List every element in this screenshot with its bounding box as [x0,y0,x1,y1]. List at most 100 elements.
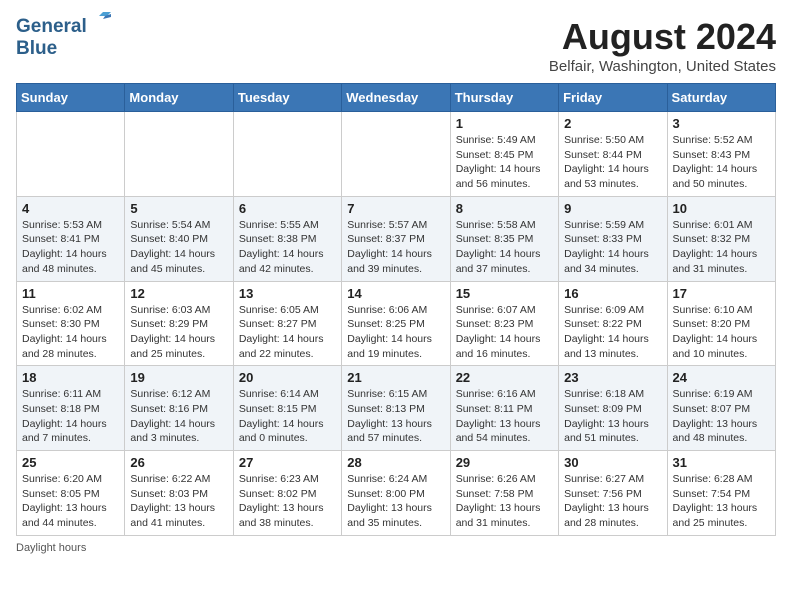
day-header-monday: Monday [125,84,233,112]
calendar-cell: 22 Sunrise: 6:16 AM Sunset: 8:11 PM Dayli… [450,366,558,451]
calendar-cell: 4 Sunrise: 5:53 AM Sunset: 8:41 PM Daylig… [17,196,125,281]
day-number: 13 [239,286,336,301]
day-number: 17 [673,286,770,301]
day-number: 14 [347,286,444,301]
day-info: Sunrise: 5:57 AM Sunset: 8:37 PM Dayligh… [347,218,444,277]
day-info: Sunrise: 6:15 AM Sunset: 8:13 PM Dayligh… [347,387,444,446]
day-number: 25 [22,455,119,470]
day-info: Sunrise: 5:55 AM Sunset: 8:38 PM Dayligh… [239,218,336,277]
calendar-cell: 10Sunrise: 6:01 AM Sunset: 8:32 PM Dayli… [667,196,775,281]
day-header-wednesday: Wednesday [342,84,450,112]
day-info: Sunrise: 6:26 AM Sunset: 7:58 PM Dayligh… [456,472,553,531]
day-info: Sunrise: 6:06 AM Sunset: 8:25 PM Dayligh… [347,303,444,362]
page-header: General Blue August 2024 Belfair, Washin… [16,16,776,75]
day-number: 9 [564,201,661,216]
month-title: August 2024 [549,16,776,58]
calendar-cell: 18Sunrise: 6:11 AM Sunset: 8:18 PM Dayli… [17,366,125,451]
day-info: Sunrise: 5:54 AM Sunset: 8:40 PM Dayligh… [130,218,227,277]
day-info: Sunrise: 6:27 AM Sunset: 7:56 PM Dayligh… [564,472,661,531]
day-info: Sunrise: 5:52 AM Sunset: 8:43 PM Dayligh… [673,133,770,192]
day-info: Sunrise: 6:09 AM Sunset: 8:22 PM Dayligh… [564,303,661,362]
calendar-cell: 19Sunrise: 6:12 AM Sunset: 8:16 PM Dayli… [125,366,233,451]
calendar-cell: 7 Sunrise: 5:57 AM Sunset: 8:37 PM Daylig… [342,196,450,281]
calendar-cell: 17Sunrise: 6:10 AM Sunset: 8:20 PM Dayli… [667,281,775,366]
day-header-saturday: Saturday [667,84,775,112]
day-info: Sunrise: 6:01 AM Sunset: 8:32 PM Dayligh… [673,218,770,277]
calendar-week-row: 4 Sunrise: 5:53 AM Sunset: 8:41 PM Daylig… [17,196,776,281]
day-number: 3 [673,116,770,131]
day-number: 20 [239,370,336,385]
day-info: Sunrise: 6:28 AM Sunset: 7:54 PM Dayligh… [673,472,770,531]
calendar-cell: 21 Sunrise: 6:15 AM Sunset: 8:13 PM Dayli… [342,366,450,451]
calendar-cell: 16 Sunrise: 6:09 AM Sunset: 8:22 PM Dayli… [559,281,667,366]
day-number: 2 [564,116,661,131]
calendar-cell: 28Sunrise: 6:24 AM Sunset: 8:00 PM Dayli… [342,451,450,536]
day-number: 31 [673,455,770,470]
day-info: Sunrise: 5:50 AM Sunset: 8:44 PM Dayligh… [564,133,661,192]
calendar-cell: 6 Sunrise: 5:55 AM Sunset: 8:38 PM Daylig… [233,196,341,281]
footer-note: Daylight hours [16,542,776,554]
day-header-sunday: Sunday [17,84,125,112]
day-info: Sunrise: 5:59 AM Sunset: 8:33 PM Dayligh… [564,218,661,277]
calendar-cell: 26 Sunrise: 6:22 AM Sunset: 8:03 PM Dayli… [125,451,233,536]
day-info: Sunrise: 6:14 AM Sunset: 8:15 PM Dayligh… [239,387,336,446]
calendar-cell: 27Sunrise: 6:23 AM Sunset: 8:02 PM Dayli… [233,451,341,536]
calendar-cell: 23 Sunrise: 6:18 AM Sunset: 8:09 PM Dayli… [559,366,667,451]
day-info: Sunrise: 6:19 AM Sunset: 8:07 PM Dayligh… [673,387,770,446]
day-info: Sunrise: 5:53 AM Sunset: 8:41 PM Dayligh… [22,218,119,277]
logo-blue: Blue [16,38,57,60]
day-number: 28 [347,455,444,470]
calendar-cell: 14 Sunrise: 6:06 AM Sunset: 8:25 PM Dayli… [342,281,450,366]
day-number: 7 [347,201,444,216]
calendar-cell: 8 Sunrise: 5:58 AM Sunset: 8:35 PM Daylig… [450,196,558,281]
calendar-cell: 5Sunrise: 5:54 AM Sunset: 8:40 PM Daylig… [125,196,233,281]
day-info: Sunrise: 6:18 AM Sunset: 8:09 PM Dayligh… [564,387,661,446]
day-info: Sunrise: 5:49 AM Sunset: 8:45 PM Dayligh… [456,133,553,192]
day-number: 21 [347,370,444,385]
calendar-cell: 13Sunrise: 6:05 AM Sunset: 8:27 PM Dayli… [233,281,341,366]
day-info: Sunrise: 5:58 AM Sunset: 8:35 PM Dayligh… [456,218,553,277]
calendar-cell: 30Sunrise: 6:27 AM Sunset: 7:56 PM Dayli… [559,451,667,536]
calendar-cell: 11 Sunrise: 6:02 AM Sunset: 8:30 PM Dayli… [17,281,125,366]
day-number: 12 [130,286,227,301]
day-number: 26 [130,455,227,470]
day-info: Sunrise: 6:02 AM Sunset: 8:30 PM Dayligh… [22,303,119,362]
day-info: Sunrise: 6:12 AM Sunset: 8:16 PM Dayligh… [130,387,227,446]
calendar-cell: 31 Sunrise: 6:28 AM Sunset: 7:54 PM Dayli… [667,451,775,536]
calendar-cell: 20 Sunrise: 6:14 AM Sunset: 8:15 PM Dayli… [233,366,341,451]
day-number: 18 [22,370,119,385]
day-number: 1 [456,116,553,131]
day-number: 4 [22,201,119,216]
day-number: 24 [673,370,770,385]
day-number: 16 [564,286,661,301]
calendar-week-row: 25 Sunrise: 6:20 AM Sunset: 8:05 PM Dayli… [17,451,776,536]
calendar-week-row: 1 Sunrise: 5:49 AM Sunset: 8:45 PM Daylig… [17,112,776,197]
calendar-cell: 24 Sunrise: 6:19 AM Sunset: 8:07 PM Dayli… [667,366,775,451]
day-info: Sunrise: 6:07 AM Sunset: 8:23 PM Dayligh… [456,303,553,362]
calendar-week-row: 11 Sunrise: 6:02 AM Sunset: 8:30 PM Dayli… [17,281,776,366]
logo-general: General [16,16,87,38]
day-info: Sunrise: 6:20 AM Sunset: 8:05 PM Dayligh… [22,472,119,531]
title-block: August 2024 Belfair, Washington, United … [549,16,776,75]
day-info: Sunrise: 6:22 AM Sunset: 8:03 PM Dayligh… [130,472,227,531]
day-info: Sunrise: 6:23 AM Sunset: 8:02 PM Dayligh… [239,472,336,531]
calendar-week-row: 18Sunrise: 6:11 AM Sunset: 8:18 PM Dayli… [17,366,776,451]
day-number: 8 [456,201,553,216]
day-number: 6 [239,201,336,216]
day-number: 11 [22,286,119,301]
day-info: Sunrise: 6:03 AM Sunset: 8:29 PM Dayligh… [130,303,227,362]
day-header-tuesday: Tuesday [233,84,341,112]
calendar-cell: 29 Sunrise: 6:26 AM Sunset: 7:58 PM Dayli… [450,451,558,536]
day-info: Sunrise: 6:16 AM Sunset: 8:11 PM Dayligh… [456,387,553,446]
calendar-table: SundayMondayTuesdayWednesdayThursdayFrid… [16,83,776,536]
day-number: 22 [456,370,553,385]
calendar-cell [125,112,233,197]
calendar-header-row: SundayMondayTuesdayWednesdayThursdayFrid… [17,84,776,112]
day-number: 23 [564,370,661,385]
day-number: 29 [456,455,553,470]
calendar-cell [17,112,125,197]
calendar-cell [342,112,450,197]
calendar-cell [233,112,341,197]
calendar-cell: 2 Sunrise: 5:50 AM Sunset: 8:44 PM Daylig… [559,112,667,197]
calendar-cell: 25 Sunrise: 6:20 AM Sunset: 8:05 PM Dayli… [17,451,125,536]
